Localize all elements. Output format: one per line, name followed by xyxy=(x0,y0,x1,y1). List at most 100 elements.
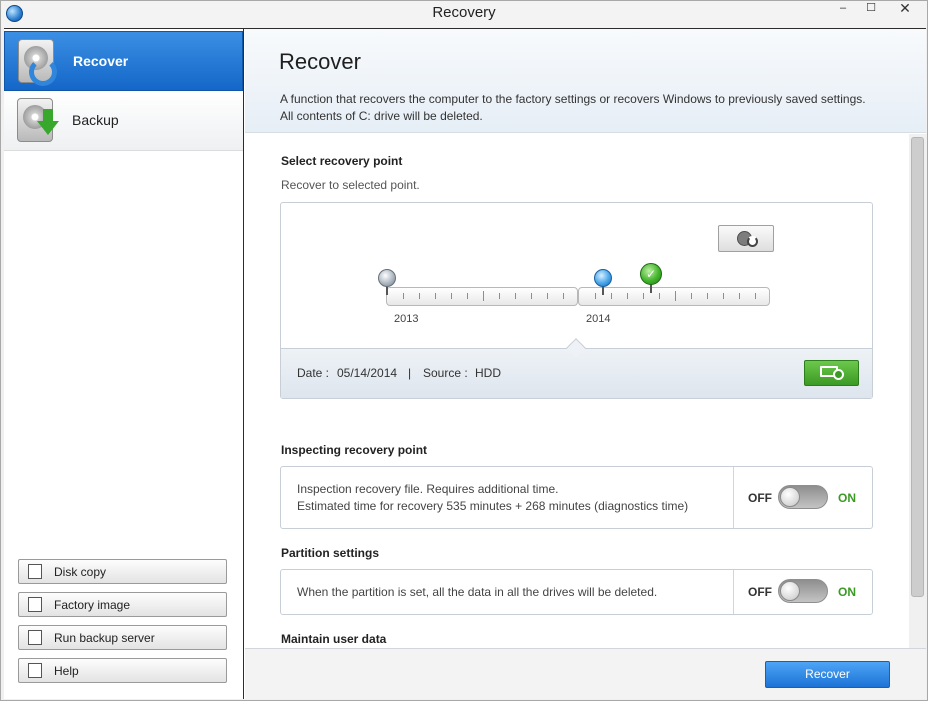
partition-title: Partition settings xyxy=(281,546,380,560)
pin-stem xyxy=(386,286,388,295)
inspect-point-button[interactable] xyxy=(804,360,859,386)
tick xyxy=(707,293,708,299)
scrollbar-thumb[interactable] xyxy=(911,137,924,597)
recovery-point-info-bar: Date : 05/14/2014 | Source : HDD xyxy=(281,338,872,398)
button-label: Factory image xyxy=(54,598,131,612)
sidebar-item-label: Backup xyxy=(72,112,119,128)
refresh-online-button[interactable] xyxy=(718,225,774,252)
description-line-2: All contents of C: drive will be deleted… xyxy=(280,109,483,123)
date-label: Date : xyxy=(297,366,330,380)
timeline-ruler-2014[interactable] xyxy=(578,287,770,306)
vertical-scrollbar[interactable] xyxy=(909,134,926,648)
tick xyxy=(499,293,500,299)
tick xyxy=(531,293,532,299)
tick xyxy=(451,293,452,299)
button-label: Disk copy xyxy=(54,565,107,579)
tick xyxy=(723,293,724,299)
button-label: Help xyxy=(54,664,79,678)
tick xyxy=(547,293,548,299)
pin-stem xyxy=(602,286,604,295)
recovery-point-marker-gray[interactable] xyxy=(378,269,396,287)
selected-recovery-point-check-icon[interactable]: ✓ xyxy=(640,263,662,285)
partition-toggle[interactable] xyxy=(778,579,828,603)
inspecting-line-1: Inspection recovery file. Requires addit… xyxy=(297,482,559,496)
tick xyxy=(483,291,484,301)
run-backup-server-button[interactable]: Run backup server xyxy=(18,625,227,650)
pin-stem xyxy=(650,284,652,293)
close-button[interactable]: ✕ xyxy=(885,1,925,17)
window-title: Recovery xyxy=(432,4,496,21)
partition-description: When the partition is set, all the data … xyxy=(297,585,658,599)
tick xyxy=(627,293,628,299)
tick xyxy=(467,293,468,299)
tick xyxy=(515,293,516,299)
refresh-icon xyxy=(747,236,758,247)
tick xyxy=(595,293,596,299)
toggle-off-label: OFF xyxy=(748,491,772,505)
minimize-button[interactable]: – xyxy=(829,1,857,17)
tick xyxy=(755,293,756,299)
tick xyxy=(643,293,644,299)
disk-copy-button[interactable]: Disk copy xyxy=(18,559,227,584)
year-label-2013: 2013 xyxy=(394,313,419,325)
button-label: Run backup server xyxy=(54,631,155,645)
description-line-1: A function that recovers the computer to… xyxy=(280,92,866,106)
inspecting-title: Inspecting recovery point xyxy=(281,443,428,457)
factory-image-button[interactable]: Factory image xyxy=(18,592,227,617)
recovery-point-marker-blue[interactable] xyxy=(594,269,612,287)
inspecting-line-2: Estimated time for recovery 535 minutes … xyxy=(297,499,689,513)
footer-bar: Recover xyxy=(245,648,926,699)
recovery-point-title: Select recovery point xyxy=(281,154,403,168)
tick xyxy=(675,291,676,301)
inspecting-toggle[interactable] xyxy=(778,485,828,509)
page-title: Recover xyxy=(279,49,361,74)
client-area: Recover Backup Disk copy Factory image R… xyxy=(4,28,926,699)
info-separator: | xyxy=(408,366,412,380)
settings-scroll-area[interactable]: Select recovery point Recover to selecte… xyxy=(245,134,926,648)
tick xyxy=(611,293,612,299)
main-panel: Recover A function that recovers the com… xyxy=(245,29,926,699)
title-bar: Recovery – ☐ ✕ xyxy=(1,1,927,28)
tick xyxy=(419,293,420,299)
source-value: HDD xyxy=(475,366,501,380)
date-value: 05/14/2014 xyxy=(337,366,398,380)
option-divider xyxy=(733,570,734,614)
toggle-knob xyxy=(780,487,800,507)
sidebar: Recover Backup Disk copy Factory image R… xyxy=(4,29,244,699)
recover-arrow-icon xyxy=(29,58,57,86)
pointer-notch xyxy=(566,338,586,358)
magnifier-icon xyxy=(833,369,844,380)
timeline-ruler-2013[interactable] xyxy=(386,287,578,306)
tick xyxy=(659,293,660,299)
year-label-2014: 2014 xyxy=(586,313,611,325)
factory-image-icon xyxy=(28,597,42,612)
tick xyxy=(739,293,740,299)
tick xyxy=(691,293,692,299)
tick xyxy=(403,293,404,299)
page-description: A function that recovers the computer to… xyxy=(280,91,900,125)
partition-option-box: When the partition is set, all the data … xyxy=(280,569,873,615)
option-divider xyxy=(733,467,734,528)
page-header: Recover A function that recovers the com… xyxy=(245,29,926,133)
toggle-knob xyxy=(780,581,800,601)
recovery-point-subtitle: Recover to selected point. xyxy=(281,178,420,192)
sidebar-item-label: Recover xyxy=(73,53,129,69)
maintain-user-data-title: Maintain user data xyxy=(281,632,387,646)
recovery-window: Recovery – ☐ ✕ Recover Backup Disk copy xyxy=(0,0,928,701)
tick xyxy=(563,293,564,299)
source-label: Source : xyxy=(423,366,468,380)
tick xyxy=(435,293,436,299)
toggle-on-label: ON xyxy=(838,585,856,599)
recover-button[interactable]: Recover xyxy=(765,661,890,688)
help-icon xyxy=(28,663,42,678)
sidebar-item-recover[interactable]: Recover xyxy=(4,31,243,91)
recovery-timeline: ✓ 2013 2014 Date : 05/14/2014 | Source :… xyxy=(280,202,873,399)
sidebar-item-backup[interactable]: Backup xyxy=(4,91,243,151)
toggle-on-label: ON xyxy=(838,491,856,505)
maximize-button[interactable]: ☐ xyxy=(857,1,885,17)
inspecting-option-box: Inspection recovery file. Requires addit… xyxy=(280,466,873,529)
download-arrow-icon xyxy=(37,109,59,135)
toggle-off-label: OFF xyxy=(748,585,772,599)
help-button[interactable]: Help xyxy=(18,658,227,683)
disk-copy-icon xyxy=(28,564,42,579)
